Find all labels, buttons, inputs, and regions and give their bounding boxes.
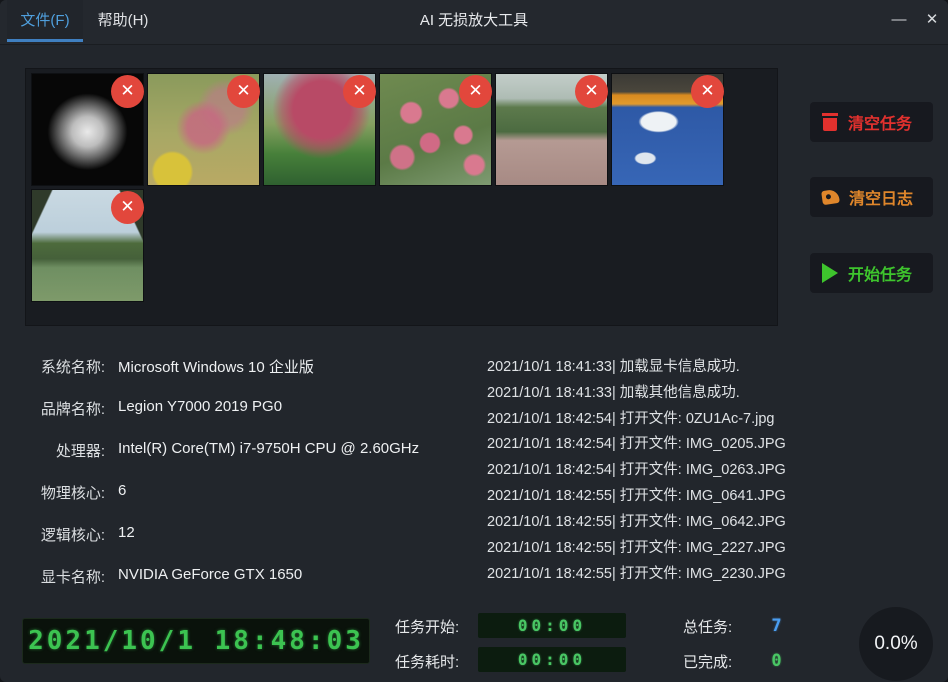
info-label: 物理核心: bbox=[30, 482, 105, 503]
log-line: 2021/10/1 18:42:55| 打开文件: IMG_2227.JPG bbox=[487, 536, 927, 556]
log-line: 2021/10/1 18:42:55| 打开文件: IMG_0641.JPG bbox=[487, 484, 927, 504]
progress-circle: 0.0% bbox=[859, 607, 933, 681]
info-label: 品牌名称: bbox=[30, 398, 105, 419]
menu-help-label: 帮助(H) bbox=[98, 12, 149, 29]
menu-file[interactable]: 文件(F) bbox=[7, 0, 83, 42]
info-row-cpu: 处理器: Intel(R) Core(TM) i7-9750H CPU @ 2.… bbox=[30, 440, 480, 460]
delete-thumbnail-icon[interactable]: ✕ bbox=[575, 75, 608, 108]
total-tasks-value: 7 bbox=[765, 616, 789, 636]
log-line: 2021/10/1 18:42:54| 打开文件: IMG_0263.JPG bbox=[487, 458, 927, 478]
task-start-label: 任务开始: bbox=[395, 616, 459, 637]
led-clock-panel: 2021/10/1 18:48:03 bbox=[22, 618, 370, 664]
delete-thumbnail-icon[interactable]: ✕ bbox=[691, 75, 724, 108]
log-line: 2021/10/1 18:41:33| 加载其他信息成功. bbox=[487, 381, 927, 401]
info-row-brand: 品牌名称: Legion Y7000 2019 PG0 bbox=[30, 398, 480, 418]
info-value: Legion Y7000 2019 PG0 bbox=[118, 398, 282, 415]
info-label: 系统名称: bbox=[30, 356, 105, 377]
info-label: 显卡名称: bbox=[30, 566, 105, 587]
log-line: 2021/10/1 18:42:54| 打开文件: 0ZU1Ac-7.jpg bbox=[487, 407, 927, 427]
total-tasks-label: 总任务: bbox=[683, 616, 732, 637]
info-label: 逻辑核心: bbox=[30, 524, 105, 545]
active-tab-underline bbox=[7, 39, 83, 42]
log-line: 2021/10/1 18:42:55| 打开文件: IMG_0642.JPG bbox=[487, 510, 927, 530]
clean-broom-icon bbox=[821, 189, 840, 205]
clear-logs-label: 清空日志 bbox=[849, 185, 913, 209]
completed-value: 0 bbox=[765, 651, 789, 671]
info-row-gpu: 显卡名称: NVIDIA GeForce GTX 1650 bbox=[30, 566, 480, 586]
info-value: 6 bbox=[118, 482, 126, 499]
info-label: 处理器: bbox=[30, 440, 105, 461]
close-icon[interactable]: ✕ bbox=[915, 0, 948, 40]
thumbnail-red-maple-tree: ✕ bbox=[263, 73, 376, 186]
thumbnail-pond-pagoda: ✕ bbox=[31, 189, 144, 302]
info-row-physical-cores: 物理核心: 6 bbox=[30, 482, 480, 502]
info-value: 12 bbox=[118, 524, 135, 541]
task-start-display: 00:00 bbox=[478, 613, 626, 638]
clear-tasks-label: 清空任务 bbox=[848, 110, 912, 134]
play-icon bbox=[822, 263, 838, 283]
menu-help[interactable]: 帮助(H) bbox=[92, 0, 154, 42]
title-bar: 文件(F) 帮助(H) AI 无损放大工具 — ✕ bbox=[0, 0, 948, 45]
task-elapsed-label: 任务耗时: bbox=[395, 651, 459, 672]
task-elapsed-display: 00:00 bbox=[478, 647, 626, 672]
info-value: Intel(R) Core(TM) i7-9750H CPU @ 2.60GHz bbox=[118, 440, 419, 457]
delete-thumbnail-icon[interactable]: ✕ bbox=[111, 191, 144, 224]
trash-icon bbox=[822, 113, 838, 131]
completed-label: 已完成: bbox=[683, 651, 732, 672]
info-value: Microsoft Windows 10 企业版 bbox=[118, 356, 314, 377]
delete-thumbnail-icon[interactable]: ✕ bbox=[227, 75, 260, 108]
led-clock: 2021/10/1 18:48:03 bbox=[28, 626, 364, 656]
info-row-logical-cores: 逻辑核心: 12 bbox=[30, 524, 480, 544]
clear-logs-button[interactable]: 清空日志 bbox=[810, 177, 933, 217]
thumbnail-inverted-sky-gull: ✕ bbox=[611, 73, 724, 186]
progress-percent: 0.0% bbox=[874, 633, 917, 655]
delete-thumbnail-icon[interactable]: ✕ bbox=[111, 75, 144, 108]
info-value: NVIDIA GeForce GTX 1650 bbox=[118, 566, 302, 583]
thumbnail-pink-flower-bush: ✕ bbox=[379, 73, 492, 186]
info-row-os: 系统名称: Microsoft Windows 10 企业版 bbox=[30, 356, 480, 376]
minimize-icon[interactable]: — bbox=[882, 0, 916, 40]
log-line: 2021/10/1 18:41:33| 加载显卡信息成功. bbox=[487, 355, 927, 375]
app-window: 文件(F) 帮助(H) AI 无损放大工具 — ✕ ✕ ✕ ✕ ✕ ✕ bbox=[0, 0, 948, 682]
thumbnail-guy-fawkes-mask: ✕ bbox=[31, 73, 144, 186]
log-line: 2021/10/1 18:42:55| 打开文件: IMG_2230.JPG bbox=[487, 562, 927, 582]
delete-thumbnail-icon[interactable]: ✕ bbox=[343, 75, 376, 108]
clear-tasks-button[interactable]: 清空任务 bbox=[810, 102, 933, 142]
task-thumbnail-panel: ✕ ✕ ✕ ✕ ✕ ✕ ✕ bbox=[25, 68, 778, 326]
menu-file-label: 文件(F) bbox=[20, 12, 69, 29]
start-task-label: 开始任务 bbox=[848, 261, 912, 285]
thumbnail-park-walkway: ✕ bbox=[495, 73, 608, 186]
delete-thumbnail-icon[interactable]: ✕ bbox=[459, 75, 492, 108]
start-task-button[interactable]: 开始任务 bbox=[810, 253, 933, 293]
log-line: 2021/10/1 18:42:54| 打开文件: IMG_0205.JPG bbox=[487, 432, 927, 452]
thumbnail-blossom-tree-boat: ✕ bbox=[147, 73, 260, 186]
